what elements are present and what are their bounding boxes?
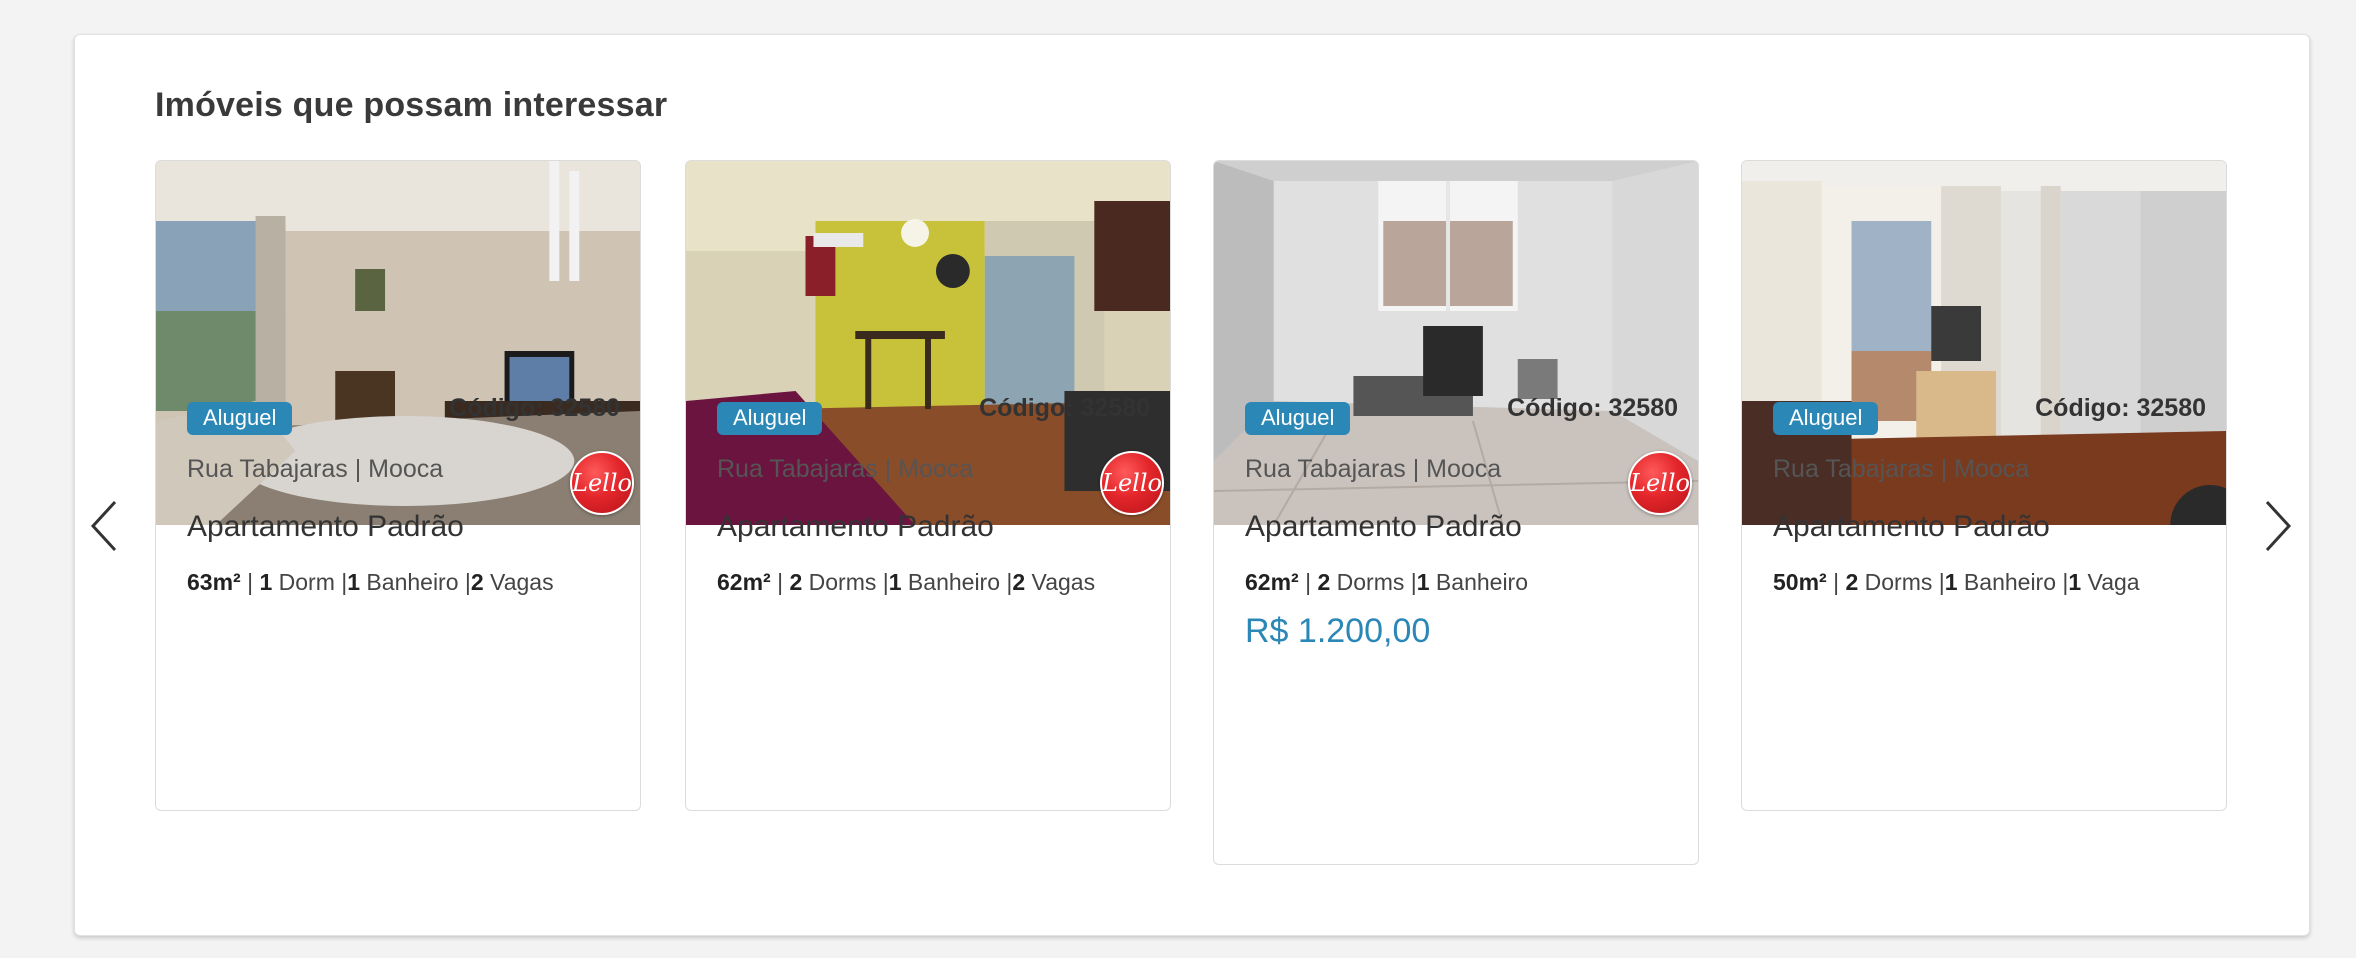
property-card[interactable]: Lello <box>1213 160 1699 865</box>
carousel-prev-button[interactable] <box>82 495 126 557</box>
property-card[interactable] <box>1741 160 2227 811</box>
property-photo[interactable]: Lello <box>686 161 1170 525</box>
property-card[interactable]: Lello <box>155 160 641 811</box>
chevron-right-icon <box>2265 500 2292 552</box>
property-card[interactable]: Lello <box>685 160 1171 811</box>
chevron-left-icon <box>90 500 117 552</box>
property-photo[interactable]: Lello <box>156 161 640 525</box>
carousel-next-button[interactable] <box>2256 495 2300 557</box>
lello-logo: Lello <box>1628 451 1692 515</box>
property-photo[interactable]: Lello <box>1214 161 1698 525</box>
section-title: Imóveis que possam interessar <box>155 86 668 124</box>
property-photo[interactable] <box>1742 161 2226 525</box>
lello-logo: Lello <box>570 451 634 515</box>
lello-logo: Lello <box>1100 451 1164 515</box>
